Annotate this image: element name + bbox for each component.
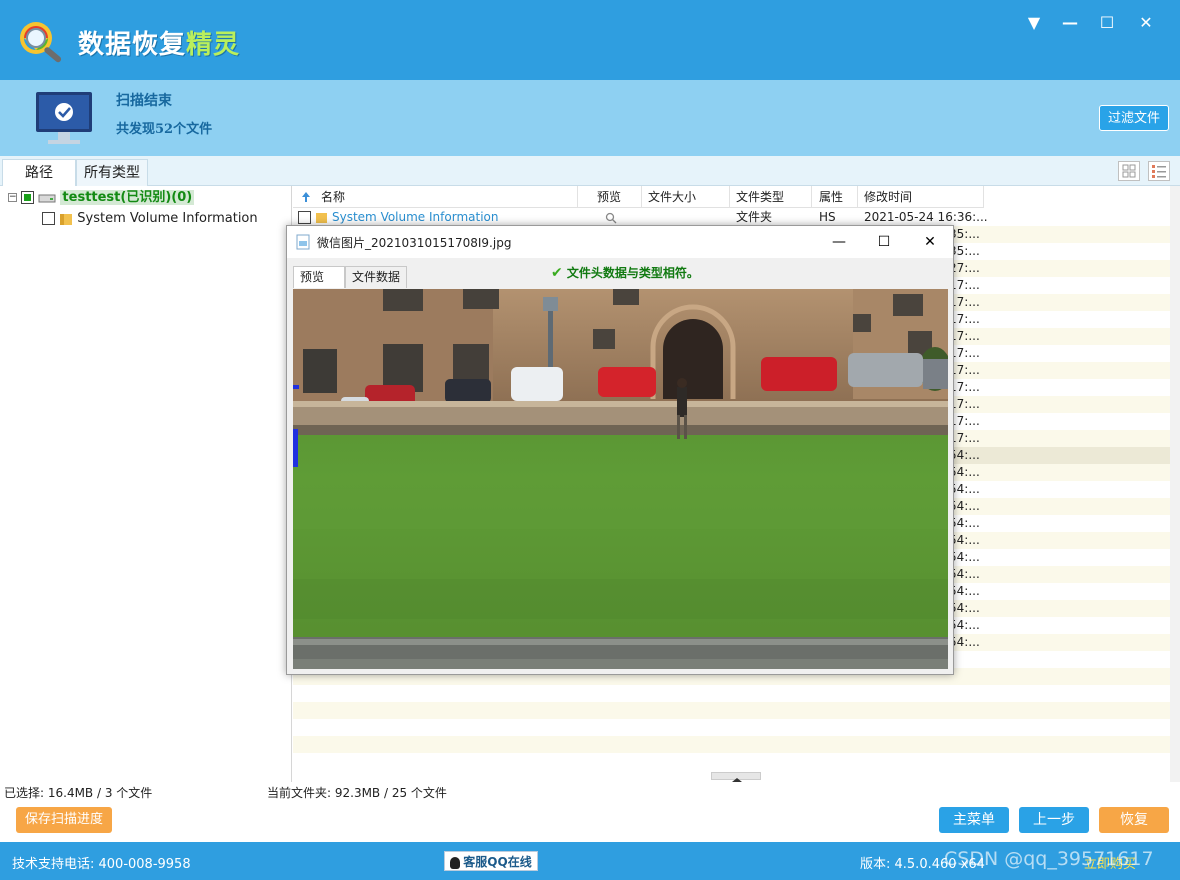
footer-bar: 技术支持电话: 400-008-9958 客服QQ在线 版本: 4.5.0.46…	[0, 842, 1180, 880]
dialog-close-button[interactable]: ✕	[920, 232, 940, 252]
app-logo-icon	[20, 22, 62, 63]
table-row[interactable]	[293, 736, 1170, 753]
magnifier-icon[interactable]	[605, 212, 617, 224]
column-modified[interactable]: 修改时间	[864, 189, 912, 207]
list-view-icon[interactable]	[1148, 161, 1170, 181]
scan-status-title: 扫描结束	[116, 93, 172, 109]
table-row[interactable]: System Volume Information 文件夹 HS 2021-05…	[293, 209, 1170, 226]
current-folder-summary: 当前文件夹: 92.3MB / 25 个文件	[267, 786, 447, 800]
tree-root-label[interactable]: testtest(已识别)(0)	[60, 190, 195, 205]
preview-dialog: 微信图片_20210310151708I9.jpg — ☐ ✕ 预览 文件数据 …	[286, 225, 954, 675]
grid-view-icon[interactable]	[1118, 161, 1140, 181]
action-bar: 保存扫描进度 主菜单 上一步 恢复	[0, 802, 1180, 842]
tree-child-label[interactable]: System Volume Information	[77, 211, 257, 226]
column-attr[interactable]: 属性	[819, 189, 843, 207]
main-menu-button[interactable]: 主菜单	[939, 807, 1009, 833]
folder-tree: − testtest(已识别)(0) System Volume Informa…	[0, 186, 292, 782]
table-row[interactable]	[293, 702, 1170, 719]
dialog-maximize-button[interactable]: ☐	[874, 232, 894, 252]
tab-path[interactable]: 路径	[2, 159, 76, 186]
title-bar: 数据恢复精灵 ▼ — ☐ ✕	[0, 0, 1180, 80]
qq-support-button[interactable]: 客服QQ在线	[444, 851, 538, 871]
watermark-text: CSDN @qq_39571617	[944, 848, 1154, 870]
scan-header: 扫描结束 共发现52个文件 过滤文件	[0, 80, 1180, 156]
drive-icon	[38, 194, 56, 202]
support-phone: 技术支持电话: 400-008-9958	[12, 857, 191, 872]
tree-root-row[interactable]: − testtest(已识别)(0)	[8, 188, 195, 208]
collapse-icon[interactable]: −	[8, 193, 17, 202]
table-row[interactable]	[293, 753, 1170, 770]
dialog-title: 微信图片_20210310151708I9.jpg	[317, 236, 512, 250]
row-modified: 2021-05-24 16:36:...	[864, 210, 988, 224]
view-tabs: 路径 所有类型	[0, 156, 1180, 186]
column-preview[interactable]: 预览	[597, 189, 621, 207]
table-row[interactable]	[293, 719, 1170, 736]
tree-root-checkbox[interactable]	[21, 191, 35, 204]
table-row[interactable]	[293, 685, 1170, 702]
column-size[interactable]: 文件大小	[648, 189, 696, 207]
app-title: 数据恢复精灵	[78, 30, 241, 60]
previous-step-button[interactable]: 上一步	[1019, 807, 1089, 833]
collapse-panel-handle[interactable]	[711, 772, 761, 782]
filter-files-button[interactable]: 过滤文件	[1099, 105, 1169, 131]
monitor-check-icon	[36, 92, 92, 144]
status-bar: 已选择: 16.4MB / 3 个文件 当前文件夹: 92.3MB / 25 个…	[0, 782, 1180, 802]
tab-all-types[interactable]: 所有类型	[76, 159, 148, 186]
row-type: 文件夹	[736, 210, 773, 224]
column-name[interactable]: 名称	[321, 189, 345, 207]
maximize-button[interactable]: ☐	[1095, 12, 1119, 34]
dialog-tab-preview[interactable]: 预览	[293, 266, 345, 288]
save-scan-progress-button[interactable]: 保存扫描进度	[16, 807, 112, 833]
recover-button[interactable]: 恢复	[1099, 807, 1169, 833]
row-name: System Volume Information	[332, 210, 499, 224]
column-type[interactable]: 文件类型	[736, 189, 784, 207]
row-checkbox[interactable]	[298, 211, 311, 224]
qq-penguin-icon	[450, 856, 461, 869]
dialog-title-bar: 微信图片_20210310151708I9.jpg — ☐ ✕	[287, 226, 953, 258]
image-preview	[293, 289, 948, 669]
image-file-icon	[296, 234, 310, 250]
dialog-tab-filedata[interactable]: 文件数据	[345, 266, 408, 288]
row-attr: HS	[819, 210, 836, 224]
folder-icon	[60, 213, 73, 225]
close-button[interactable]: ✕	[1134, 12, 1158, 34]
tree-child-row[interactable]: System Volume Information	[42, 209, 258, 229]
scan-file-count: 共发现52个文件	[116, 122, 213, 137]
file-list-header: 名称 预览 文件大小 文件类型 属性 修改时间	[293, 186, 984, 208]
sort-up-arrow-icon[interactable]	[301, 191, 311, 203]
vertical-scrollbar[interactable]	[1170, 186, 1180, 782]
dialog-minimize-button[interactable]: —	[829, 232, 849, 252]
folder-icon	[316, 213, 327, 223]
minimize-button[interactable]: —	[1058, 12, 1082, 34]
menu-dropdown-icon[interactable]: ▼	[1022, 12, 1046, 34]
selected-summary: 已选择: 16.4MB / 3 个文件	[4, 786, 153, 800]
tree-child-checkbox[interactable]	[42, 212, 55, 225]
header-match-message: ✔ 文件头数据与类型相符。	[551, 265, 699, 281]
green-check-icon: ✔	[551, 265, 563, 281]
